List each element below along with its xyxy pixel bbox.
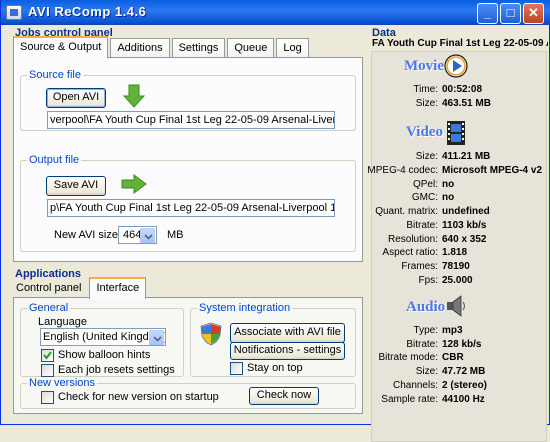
new-avi-size-label: New AVI size = (54, 229, 128, 241)
audio-sample-rate-key: Sample rate: (381, 394, 438, 405)
video-frames-value: 78190 (442, 261, 470, 272)
new-avi-size-combo[interactable]: 464 (118, 226, 157, 244)
arrow-down-icon (123, 84, 145, 108)
video-fps-value: 25.000 (442, 275, 473, 286)
play-icon (444, 54, 468, 78)
video-size-key: Size: (415, 151, 438, 162)
tab-settings[interactable]: Settings (171, 38, 226, 58)
video-quant-key: Quant. matrix: (375, 206, 438, 217)
movie-time-value: 00:52:08 (442, 84, 483, 95)
tab-additions[interactable]: Additions (110, 38, 170, 58)
output-file-group: Output file Save AVI p\FA Youth Cup Fina… (20, 154, 356, 252)
title-bar[interactable]: AVI ReComp 1.4.6 _ □ ✕ (1, 0, 550, 25)
video-bitrate-key: Bitrate: (406, 220, 438, 231)
save-avi-button[interactable]: Save AVI (46, 176, 106, 196)
video-size-value: 411.21 MB (442, 151, 491, 162)
video-codec-key: MPEG-4 codec: (367, 165, 438, 176)
check-now-button[interactable]: Check now (249, 387, 319, 405)
new-versions-label: New versions (27, 377, 98, 389)
audio-size-key: Size: (415, 366, 438, 377)
video-codec-value: Microsoft MPEG-4 v2 (442, 165, 543, 176)
video-gmc-key: GMC: (411, 192, 438, 203)
job-resets-label[interactable]: Each job resets settings (58, 364, 175, 376)
video-qpel-value: no (442, 179, 455, 190)
audio-bitrate-mode-value: CBR (442, 352, 464, 363)
balloon-hints-label[interactable]: Show balloon hints (58, 349, 150, 361)
video-bitrate-value: 1103 kb/s (442, 220, 487, 231)
movie-size-key: Size: (415, 98, 438, 109)
app-icon (6, 5, 22, 20)
video-aspect-value: 1.818 (442, 247, 468, 258)
tab-queue[interactable]: Queue (227, 38, 275, 58)
maximize-button[interactable]: □ (500, 3, 521, 24)
audio-sample-rate-value: 44100 Hz (442, 394, 485, 405)
open-avi-button[interactable]: Open AVI (46, 88, 106, 108)
movie-heading: Movie (404, 58, 444, 74)
applications-tabs: Control panel Interface (13, 277, 148, 299)
chevron-down-icon[interactable] (149, 330, 164, 345)
checkmark-icon (43, 351, 52, 360)
video-fps-key: Fps: (418, 275, 438, 286)
chevron-down-icon[interactable] (140, 228, 155, 243)
stay-on-top-label[interactable]: Stay on top (247, 362, 303, 374)
check-startup-checkbox[interactable] (41, 391, 54, 404)
tab-interface[interactable]: Interface (89, 277, 147, 299)
speaker-icon (447, 295, 466, 317)
source-file-label: Source file (27, 69, 83, 81)
audio-type-value: mp3 (442, 325, 463, 336)
shield-icon (200, 322, 222, 346)
audio-bitrate-key: Bitrate: (406, 339, 438, 350)
minimize-button[interactable]: _ (477, 3, 498, 24)
video-resolution-key: Resolution: (387, 234, 438, 245)
close-button[interactable]: ✕ (523, 3, 544, 24)
app-window: AVI ReComp 1.4.6 _ □ ✕ Jobs control pane… (0, 0, 550, 442)
source-output-pane: Source file Open AVI verpool\FA Youth Cu… (13, 57, 363, 262)
general-group: General Language English (United Kingdom… (20, 302, 184, 377)
tab-log[interactable]: Log (276, 38, 309, 58)
stay-on-top-checkbox[interactable] (230, 362, 243, 375)
language-combo[interactable]: English (United Kingdom) (40, 328, 166, 346)
interface-pane: General Language English (United Kingdom… (13, 297, 363, 414)
audio-bitrate-mode-key: Bitrate mode: (378, 352, 438, 363)
tab-control-panel[interactable]: Control panel (13, 279, 87, 299)
general-label: General (27, 302, 71, 314)
audio-type-key: Type: (413, 325, 438, 336)
new-avi-size-value: 464 (123, 229, 142, 241)
video-qpel-key: QPel: (412, 179, 438, 190)
movie-time-key: Time: (413, 84, 438, 95)
video-resolution-value: 640 x 352 (442, 234, 487, 245)
window-title: AVI ReComp 1.4.6 (28, 4, 147, 19)
video-frames-key: Frames: (401, 261, 438, 272)
source-file-group: Source file Open AVI verpool\FA Youth Cu… (20, 69, 356, 131)
language-value: English (United Kingdom) (43, 331, 166, 343)
video-gmc-value: no (442, 192, 455, 203)
language-label: Language (38, 316, 87, 328)
new-versions-group: New versions Check for new version on st… (20, 377, 356, 409)
job-resets-checkbox[interactable] (41, 364, 54, 377)
output-path-field[interactable]: p\FA Youth Cup Final 1st Leg 22-05-09 Ar… (47, 199, 335, 217)
film-reel-icon (447, 121, 465, 145)
balloon-hints-checkbox[interactable] (41, 349, 54, 362)
audio-channels-value: 2 (stereo) (442, 380, 488, 391)
source-path-field[interactable]: verpool\FA Youth Cup Final 1st Leg 22-05… (47, 111, 335, 129)
video-aspect-key: Aspect ratio: (382, 247, 438, 258)
audio-heading: Audio (406, 299, 446, 315)
video-heading: Video (406, 124, 443, 140)
jobs-tabs: Source & Output Additions Settings Queue… (13, 36, 311, 58)
tab-source-output[interactable]: Source & Output (13, 36, 109, 58)
size-unit-label: MB (167, 229, 184, 241)
audio-size-value: 47.72 MB (442, 366, 486, 377)
video-quant-value: undefined (442, 206, 490, 217)
data-filename: FA Youth Cup Final 1st Leg 22-05-09 Arse… (372, 38, 548, 49)
audio-channels-key: Channels: (392, 380, 438, 391)
arrow-right-icon (121, 174, 147, 194)
movie-size-value: 463.51 MB (442, 98, 491, 109)
system-integration-label: System integration (197, 302, 293, 314)
check-startup-label[interactable]: Check for new version on startup (58, 391, 219, 403)
output-file-label: Output file (27, 154, 82, 166)
audio-bitrate-value: 128 kb/s (442, 339, 482, 350)
